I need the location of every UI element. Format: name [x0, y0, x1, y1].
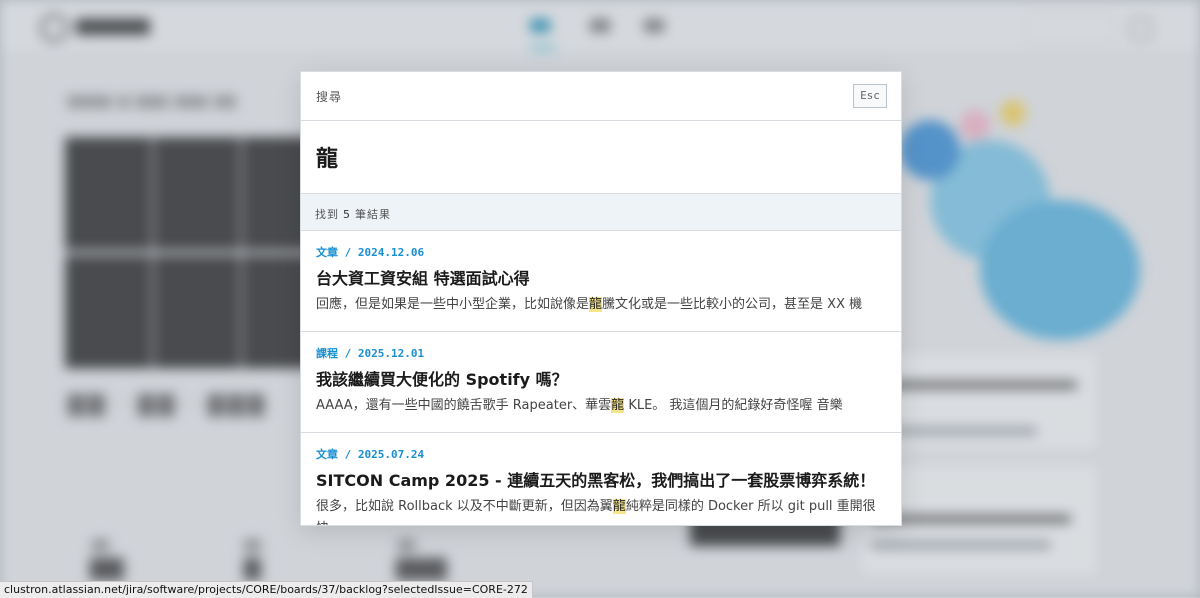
result-count-text: 找到 5 筆結果 [315, 206, 391, 222]
result-meta: 課程 / 2025.12.01 [316, 347, 425, 360]
result-snippet: 很多，比如說 Rollback 以及不中斷更新，但因為翼龍純粹是同樣的 Dock… [316, 496, 881, 525]
snippet-text: KLE。 我這個月的紀錄好奇怪喔 音樂 [624, 398, 843, 413]
search-result-item[interactable]: 文章 / 2025.07.24 SITCON Camp 2025 - 連續五天的… [301, 433, 901, 525]
result-count-prefix: 找到 [315, 208, 339, 221]
search-modal-header: 搜尋 Esc [301, 72, 901, 121]
snippet-highlight: 龍 [589, 297, 603, 312]
snippet-highlight: 龍 [611, 398, 625, 413]
search-input[interactable] [313, 139, 879, 175]
snippet-text: AAAA，還有一些中國的饒舌歌手 Rapeater、華雲 [316, 398, 612, 413]
result-meta: 文章 / 2025.07.24 [316, 448, 425, 461]
search-modal: 搜尋 Esc 找到 5 筆結果 文章 / 2024.12.06 台大資工資安組 特選… [300, 71, 902, 526]
snippet-text: 很多，比如說 Rollback 以及不中斷更新，但因為翼 [316, 499, 613, 514]
search-result-item[interactable]: 課程 / 2025.12.01 我該繼續買大便化的 Spotify 嗎？ AAA… [301, 332, 901, 433]
result-count-bar: 找到 5 筆結果 [301, 194, 901, 231]
search-results-list: 文章 / 2024.12.06 台大資工資安組 特選面試心得 回應，但是如果是一… [301, 231, 901, 525]
result-title: SITCON Camp 2025 - 連續五天的黑客松，我們搞出了一套股票博弈系… [316, 471, 876, 490]
result-snippet: 回應，但是如果是一些中小型企業，比如說像是龍騰文化或是一些比較小的公司，甚至是 … [316, 294, 881, 316]
result-count-suffix: 筆結果 [355, 208, 391, 221]
result-meta: 文章 / 2024.12.06 [316, 246, 425, 259]
result-title: 我該繼續買大便化的 Spotify 嗎？ [316, 370, 568, 389]
result-count-number: 5 [343, 208, 351, 221]
snippet-highlight: 龍 [612, 499, 626, 514]
close-esc-button[interactable]: Esc [853, 84, 887, 108]
snippet-text: 騰文化或是一些比較小的公司，甚至是 XX 機 [602, 297, 863, 312]
result-title: 台大資工資安組 特選面試心得 [316, 269, 530, 288]
search-modal-title: 搜尋 [316, 90, 343, 104]
search-result-item[interactable]: 文章 / 2024.12.06 台大資工資安組 特選面試心得 回應，但是如果是一… [301, 231, 901, 332]
snippet-text: 回應，但是如果是一些中小型企業，比如說像是 [316, 297, 590, 312]
search-input-area [301, 121, 901, 194]
link-status-bar: clustron.atlassian.net/jira/software/pro… [0, 581, 533, 598]
result-snippet: AAAA，還有一些中國的饒舌歌手 Rapeater、華雲龍 KLE。 我這個月的… [316, 395, 881, 417]
